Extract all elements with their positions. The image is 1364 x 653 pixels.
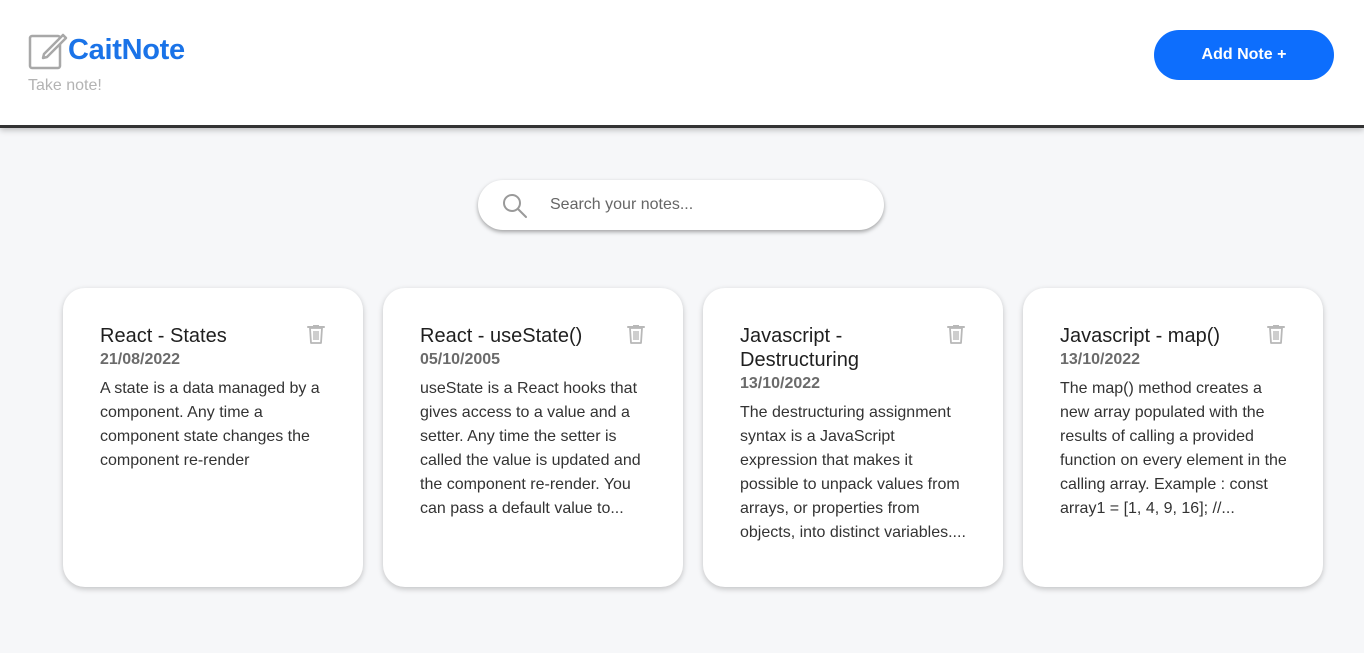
search-bar [478,180,884,230]
search-input[interactable] [550,192,860,218]
trash-icon[interactable] [307,324,325,344]
search-icon [503,194,527,218]
note-date: 05/10/2005 [420,351,501,368]
trash-icon[interactable] [1267,324,1285,344]
note-title: Javascript - map() [1060,325,1221,347]
trash-icon[interactable] [627,324,645,344]
app-header: CaitNote Take note! Add Note + [0,0,1364,128]
note-body: The destructuring assignment syntax is a… [740,404,966,541]
note-body: A state is a data managed by a component… [100,380,320,469]
note-date: 21/08/2022 [100,351,181,368]
edit-note-icon [28,33,68,70]
note-title: React - useState() [420,325,583,347]
note-card[interactable]: React - States 21/08/2022 A state is a d… [63,288,363,587]
note-date: 13/10/2022 [1060,351,1141,368]
notes-grid: React - States 21/08/2022 A state is a d… [63,288,1323,587]
note-title: React - States [100,325,227,347]
note-card[interactable]: Javascript - Destructuring 13/10/2022 Th… [703,288,1003,587]
app-title: CaitNote [68,33,185,66]
note-title: Javascript - Destructuring [740,325,859,371]
app-tagline: Take note! [28,77,102,94]
note-date: 13/10/2022 [740,375,821,392]
brand[interactable]: CaitNote [28,30,185,70]
note-card[interactable]: Javascript - map() 13/10/2022 The map() … [1023,288,1323,587]
note-body: The map() method creates a new array pop… [1060,380,1287,517]
add-note-button[interactable]: Add Note + [1154,30,1334,80]
note-body: useState is a React hooks that gives acc… [420,380,641,517]
note-card[interactable]: React - useState() 05/10/2005 useState i… [383,288,683,587]
trash-icon[interactable] [947,324,965,344]
